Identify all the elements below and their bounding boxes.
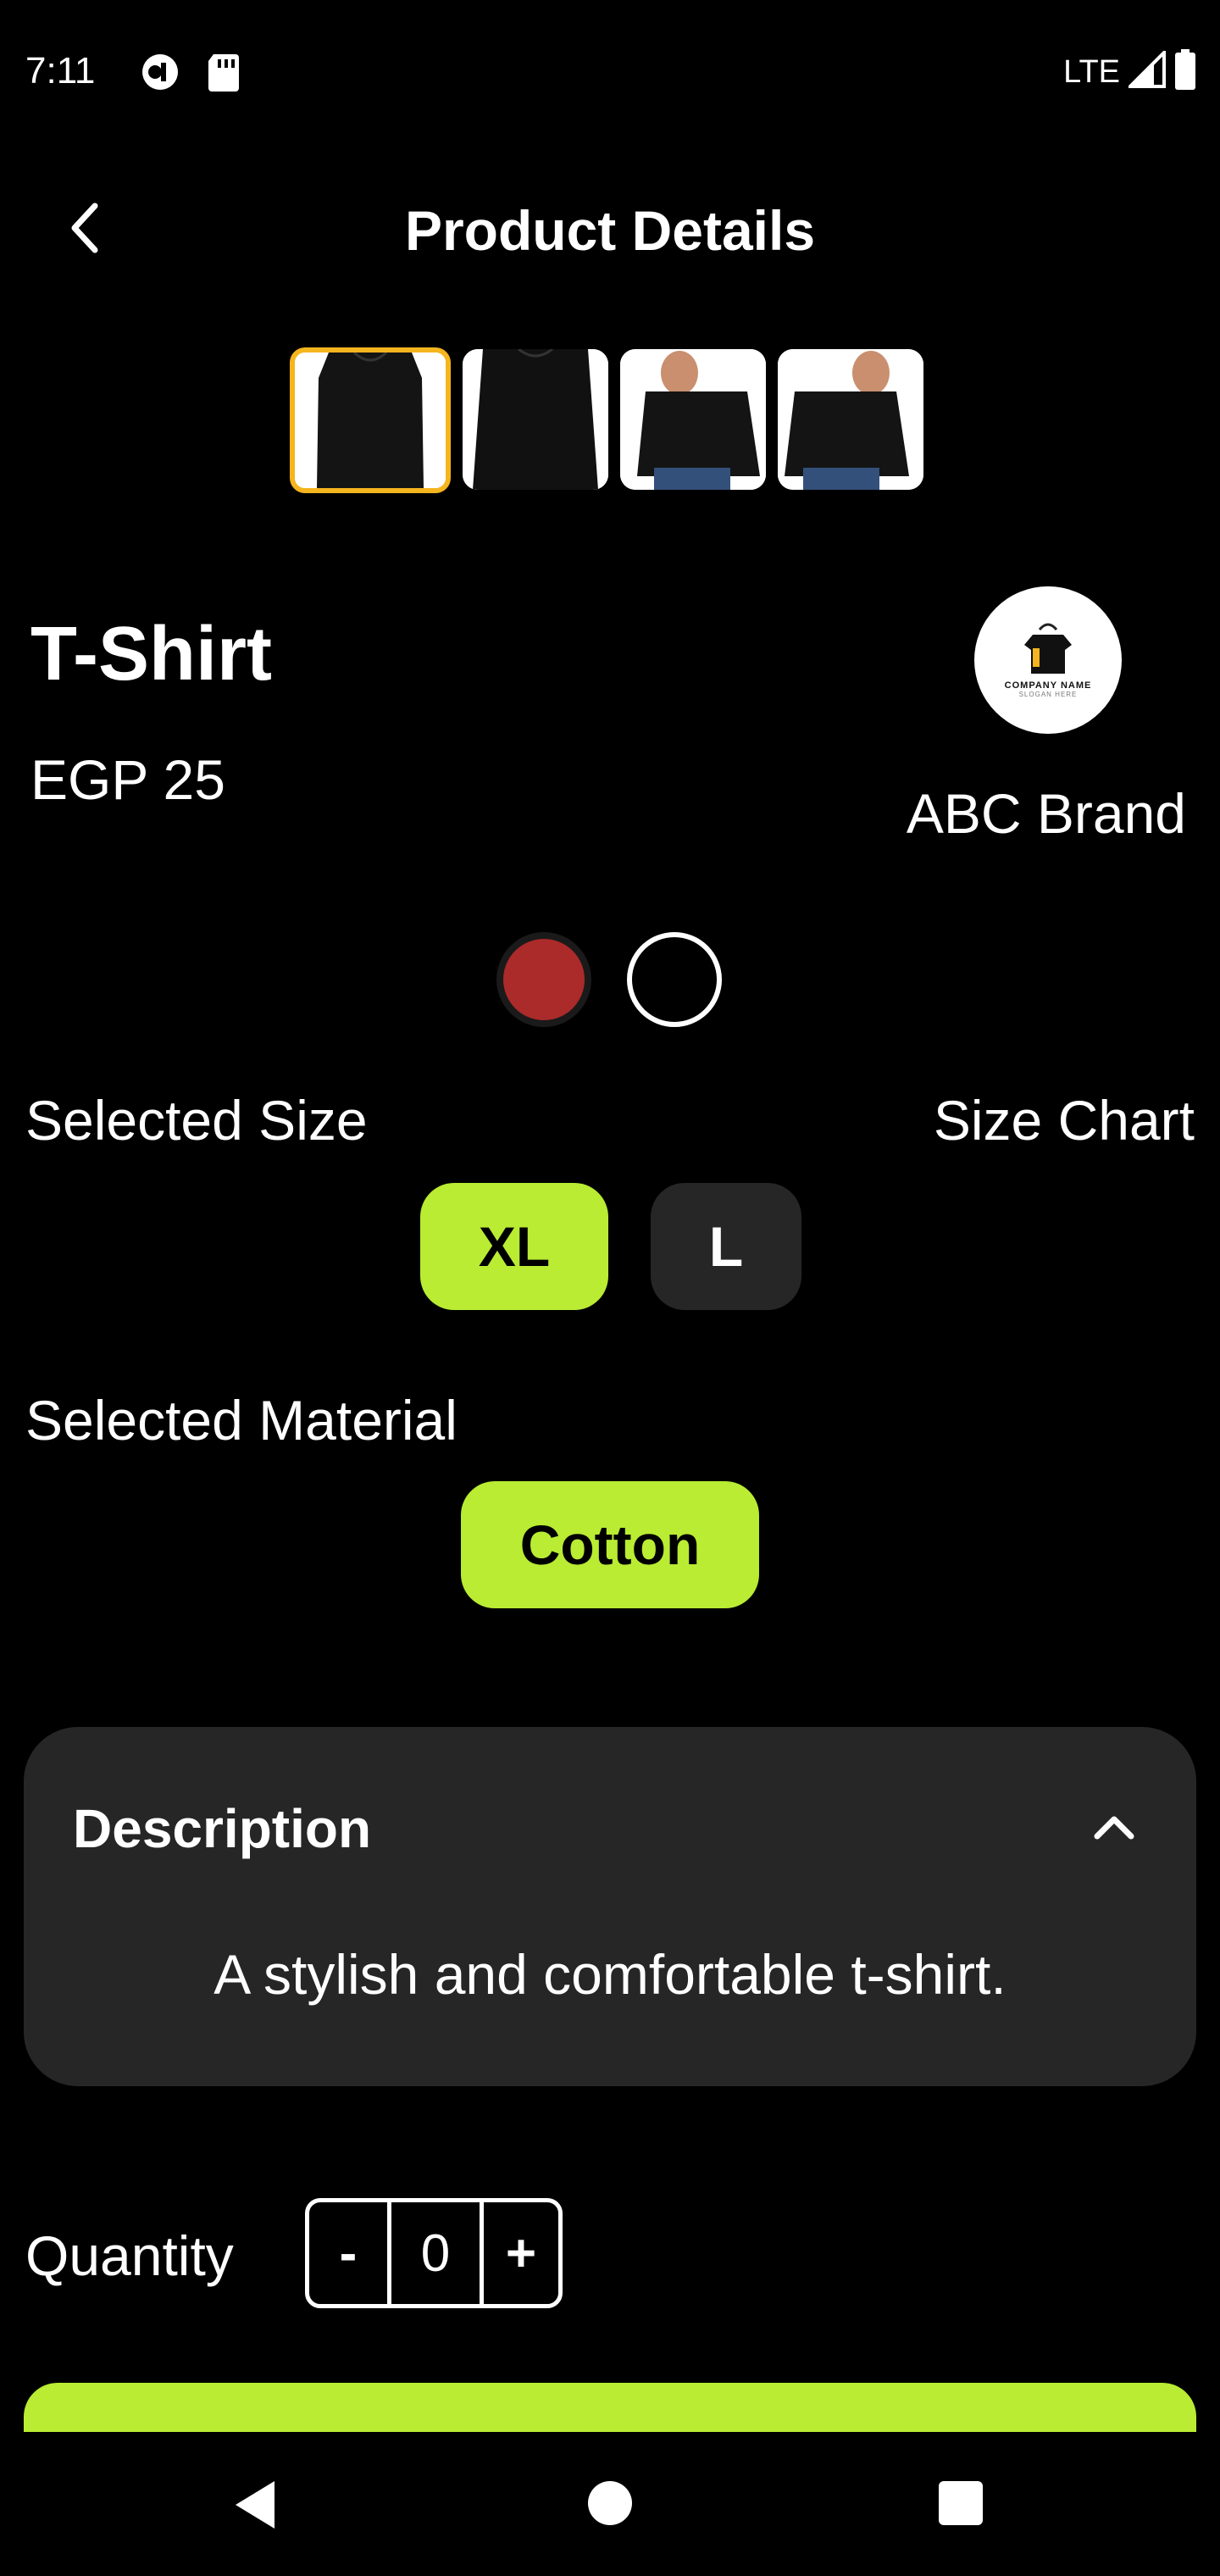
- material-chip-cotton[interactable]: Cotton: [461, 1481, 759, 1608]
- description-title[interactable]: Description: [73, 1795, 371, 1863]
- thumbnail-3[interactable]: [620, 349, 766, 490]
- quantity-stepper: - 0 +: [305, 2198, 563, 2308]
- description-collapse-button[interactable]: [1084, 1805, 1144, 1852]
- image-thumbnails: [290, 347, 923, 493]
- description-text: A stylish and comfortable t-shirt.: [214, 1943, 1006, 2006]
- thumbnail-1[interactable]: [290, 347, 451, 493]
- description-card: [24, 1727, 1196, 2086]
- selected-material-label: Selected Material: [25, 1389, 458, 1452]
- nav-back-icon[interactable]: [230, 2478, 278, 2536]
- brand-logo-slogan: SLOGAN HERE: [1018, 690, 1078, 698]
- quantity-label: Quantity: [25, 2224, 234, 2287]
- sd-card-icon: [207, 53, 246, 92]
- tshirt-front-image: [295, 353, 446, 488]
- thumbnail-4[interactable]: [778, 349, 923, 490]
- brand-logo[interactable]: COMPANY NAME SLOGAN HERE: [974, 586, 1122, 734]
- nav-recents-icon[interactable]: [939, 2481, 983, 2525]
- quantity-value: 0: [387, 2202, 484, 2304]
- page-title: Product Details: [404, 199, 816, 262]
- product-name: T-Shirt: [30, 612, 272, 697]
- status-time: 7:11: [25, 50, 96, 92]
- selected-size-label: Selected Size: [25, 1089, 368, 1152]
- status-right: LTE: [1063, 48, 1196, 94]
- tshirt-bag-icon: [1024, 623, 1072, 674]
- signal-icon: [1126, 48, 1166, 92]
- brand-name[interactable]: ABC Brand: [907, 780, 1186, 847]
- size-chart-link[interactable]: Size Chart: [934, 1086, 1195, 1154]
- color-swatch-red[interactable]: [496, 932, 591, 1027]
- tshirt-model-side-image: [620, 349, 766, 490]
- battery-icon: [1174, 49, 1196, 94]
- network-type: LTE: [1063, 53, 1120, 90]
- app-notification-icon: [141, 53, 180, 92]
- tshirt-model-front-image: [463, 349, 608, 490]
- size-chip-xl[interactable]: XL: [420, 1183, 608, 1310]
- size-chip-l[interactable]: L: [651, 1183, 801, 1310]
- quantity-increment-button[interactable]: +: [484, 2202, 558, 2304]
- color-swatch-black[interactable]: [627, 932, 722, 1027]
- thumbnail-2[interactable]: [463, 349, 608, 490]
- tshirt-model-side-image-2: [778, 349, 923, 490]
- brand-logo-text: COMPANY NAME: [1004, 680, 1092, 691]
- quantity-decrement-button[interactable]: -: [309, 2202, 387, 2304]
- product-price: EGP 25: [30, 748, 225, 811]
- chevron-up-icon: [1093, 1813, 1135, 1845]
- nav-home-icon[interactable]: [588, 2481, 632, 2525]
